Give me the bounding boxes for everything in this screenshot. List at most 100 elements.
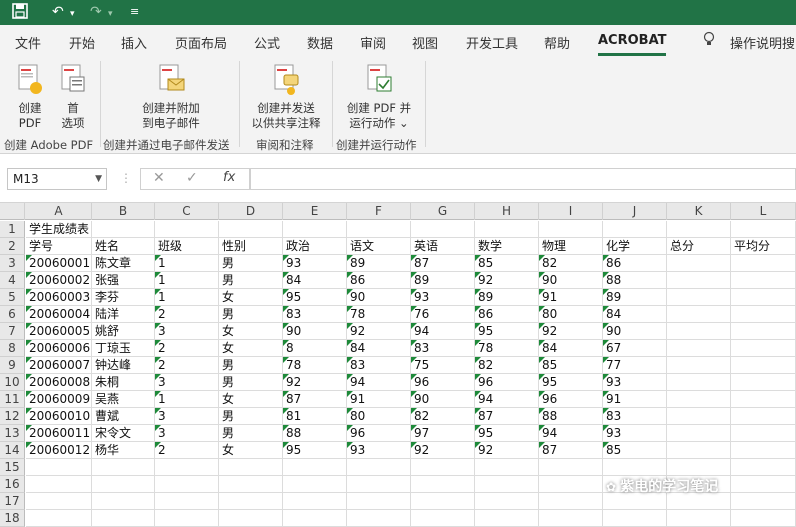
cell-h9[interactable]: 82 [475,357,539,374]
cell-h10[interactable]: 96 [475,374,539,391]
customize-toolbar-icon[interactable]: ≡ [130,3,139,21]
column-header-h[interactable]: H [475,203,539,220]
cell-a14[interactable]: 20060012 [26,442,92,459]
tab-data[interactable]: 数据 [307,33,333,52]
cell-j11[interactable]: 91 [603,391,667,408]
cell-g10[interactable]: 96 [411,374,475,391]
cell-k10[interactable] [667,374,731,391]
cell-f10[interactable]: 94 [347,374,411,391]
row-header[interactable]: 10 [0,374,25,391]
cell-k5[interactable] [667,289,731,306]
cell-e5[interactable]: 95 [283,289,347,306]
cell-e3[interactable]: 93 [283,255,347,272]
cell-c6[interactable]: 2 [155,306,219,323]
cell-d2[interactable]: 性别 [219,238,283,255]
cell-l13[interactable] [731,425,796,442]
cell-i15[interactable] [539,459,603,476]
column-header-b[interactable]: B [92,203,155,220]
cell-e9[interactable]: 78 [283,357,347,374]
tab-insert[interactable]: 插入 [121,33,147,52]
cell-a9[interactable]: 20060007 [26,357,92,374]
cell-d16[interactable] [219,476,283,493]
cell-k18[interactable] [667,510,731,527]
tab-developer[interactable]: 开发工具 [466,33,518,52]
cell-k9[interactable] [667,357,731,374]
cell-l10[interactable] [731,374,796,391]
cell-g16[interactable] [411,476,475,493]
cell-j13[interactable]: 93 [603,425,667,442]
cell-l12[interactable] [731,408,796,425]
column-header-d[interactable]: D [219,203,283,220]
cell-f12[interactable]: 80 [347,408,411,425]
cell-h8[interactable]: 78 [475,340,539,357]
cell-d15[interactable] [219,459,283,476]
cell-l6[interactable] [731,306,796,323]
cell-j9[interactable]: 77 [603,357,667,374]
cell-i18[interactable] [539,510,603,527]
cell-f1[interactable] [347,221,411,238]
cell-d9[interactable]: 男 [219,357,283,374]
cell-g7[interactable]: 94 [411,323,475,340]
cell-g11[interactable]: 90 [411,391,475,408]
cell-e11[interactable]: 87 [283,391,347,408]
row-header[interactable]: 16 [0,476,25,493]
cell-b16[interactable] [92,476,155,493]
cell-b8[interactable]: 丁琼玉 [92,340,155,357]
cell-c1[interactable] [155,221,219,238]
cell-g12[interactable]: 82 [411,408,475,425]
cell-a3[interactable]: 20060001 [26,255,92,272]
cell-h2[interactable]: 数学 [475,238,539,255]
cell-j15[interactable] [603,459,667,476]
cell-a2[interactable]: 学号 [26,238,92,255]
cell-d7[interactable]: 女 [219,323,283,340]
cell-g15[interactable] [411,459,475,476]
cell-a8[interactable]: 20060006 [26,340,92,357]
row-header[interactable]: 4 [0,272,25,289]
cell-b12[interactable]: 曹斌 [92,408,155,425]
cell-g8[interactable]: 83 [411,340,475,357]
row-header[interactable]: 5 [0,289,25,306]
cell-b5[interactable]: 李芬 [92,289,155,306]
cell-i4[interactable]: 90 [539,272,603,289]
cell-l2[interactable]: 平均分 [731,238,796,255]
cell-d6[interactable]: 男 [219,306,283,323]
cell-g17[interactable] [411,493,475,510]
cell-a16[interactable] [26,476,92,493]
cell-b18[interactable] [92,510,155,527]
cell-f13[interactable]: 96 [347,425,411,442]
cell-f15[interactable] [347,459,411,476]
cell-f11[interactable]: 91 [347,391,411,408]
cell-a5[interactable]: 20060003 [26,289,92,306]
cell-i11[interactable]: 96 [539,391,603,408]
cell-b1[interactable] [92,221,155,238]
column-header-l[interactable]: L [731,203,796,220]
tab-review[interactable]: 审阅 [360,33,386,52]
cell-d11[interactable]: 女 [219,391,283,408]
cell-h15[interactable] [475,459,539,476]
insert-function-icon[interactable]: fx [223,170,235,185]
cell-c16[interactable] [155,476,219,493]
cell-a11[interactable]: 20060009 [26,391,92,408]
cell-e14[interactable]: 95 [283,442,347,459]
cell-i12[interactable]: 88 [539,408,603,425]
cell-h16[interactable] [475,476,539,493]
formula-input[interactable] [250,168,796,190]
cell-b7[interactable]: 姚舒 [92,323,155,340]
redo-dropdown-icon[interactable]: ▾ [108,5,113,23]
cell-c12[interactable]: 3 [155,408,219,425]
cell-l17[interactable] [731,493,796,510]
cell-e13[interactable]: 88 [283,425,347,442]
cell-k13[interactable] [667,425,731,442]
cell-i13[interactable]: 94 [539,425,603,442]
cell-l5[interactable] [731,289,796,306]
cell-l8[interactable] [731,340,796,357]
cell-a12[interactable]: 20060010 [26,408,92,425]
cell-b9[interactable]: 钟达峰 [92,357,155,374]
row-header[interactable]: 7 [0,323,25,340]
row-header[interactable]: 1 [0,221,25,238]
column-header-i[interactable]: I [539,203,603,220]
cell-b3[interactable]: 陈文章 [92,255,155,272]
cell-a13[interactable]: 20060011 [26,425,92,442]
save-icon[interactable] [12,3,28,21]
row-header[interactable]: 17 [0,493,25,510]
